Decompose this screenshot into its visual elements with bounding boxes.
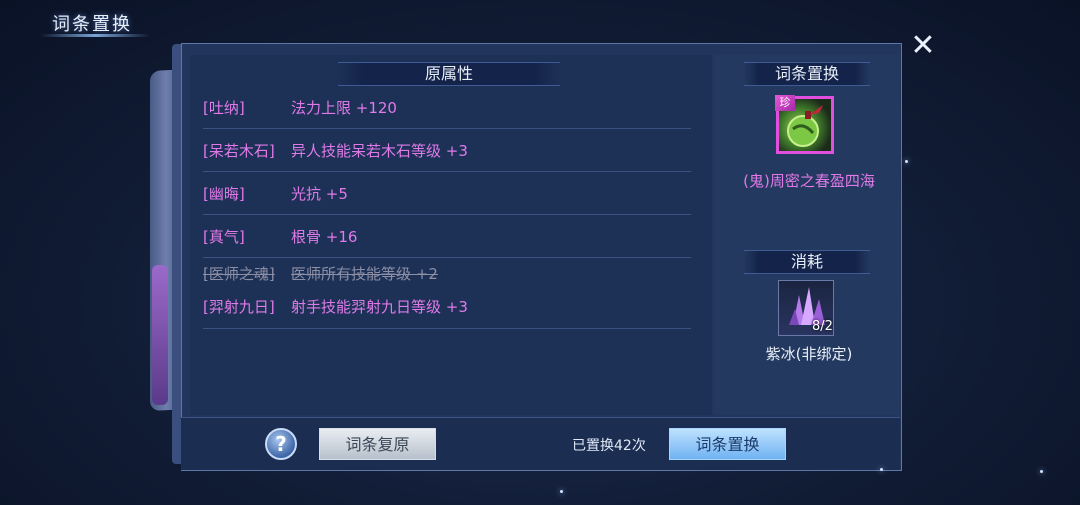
item-name: (鬼)周密之春盈四海	[743, 172, 875, 190]
rare-tag: 珍	[775, 95, 795, 111]
window-title: 词条置换	[52, 14, 132, 35]
attribute-row: [幽晦] 光抗 +5	[203, 172, 691, 215]
attribute-value: 根骨 +16	[291, 227, 358, 246]
replace-count: 已置换42次	[572, 438, 646, 454]
attribute-key: [羿射九日]	[203, 297, 275, 316]
attribute-key: [呆若木石]	[203, 141, 275, 160]
attribute-row: [呆若木石] 异人技能呆若木石等级 +3	[203, 129, 691, 172]
attribute-key: [吐纳]	[203, 98, 245, 117]
help-button[interactable]: ?	[265, 428, 297, 460]
title-underline	[40, 34, 150, 37]
consume-header: 消耗	[744, 250, 870, 274]
consume-count: 8/2	[812, 319, 833, 334]
sparkle-decoration	[1040, 470, 1043, 473]
attribute-row: [羿射九日] 射手技能羿射九日等级 +3	[203, 284, 691, 329]
attribute-value: 异人技能呆若木石等级 +3	[291, 141, 468, 160]
attribute-key: [幽晦]	[203, 184, 245, 203]
attribute-row: [吐纳] 法力上限 +120	[203, 86, 691, 129]
sparkle-decoration	[905, 160, 908, 163]
consume-item-name: 紫冰(非绑定)	[765, 345, 853, 363]
attribute-list: [吐纳] 法力上限 +120 [呆若木石] 异人技能呆若木石等级 +3 [幽晦]…	[203, 86, 691, 329]
attribute-row-struck: [医师之魂] 医师所有技能等级 +2	[203, 258, 691, 284]
sparkle-decoration	[560, 490, 563, 493]
book-ribbon	[152, 265, 168, 405]
sparkle-decoration	[880, 468, 883, 471]
attribute-value: 光抗 +5	[291, 184, 348, 203]
close-icon[interactable]: ✕	[906, 28, 940, 63]
attribute-key: [真气]	[203, 227, 245, 246]
attribute-row: [真气] 根骨 +16	[203, 215, 691, 258]
attribute-value: 医师所有技能等级 +2	[291, 265, 438, 283]
replace-header: 词条置换	[744, 62, 870, 86]
attribute-value: 射手技能羿射九日等级 +3	[291, 297, 468, 316]
replace-button[interactable]: 词条置换	[669, 428, 786, 460]
attribute-value: 法力上限 +120	[291, 98, 397, 117]
restore-button[interactable]: 词条复原	[319, 428, 436, 460]
original-attributes-header: 原属性	[338, 62, 560, 86]
attribute-key: [医师之魂]	[203, 265, 275, 283]
